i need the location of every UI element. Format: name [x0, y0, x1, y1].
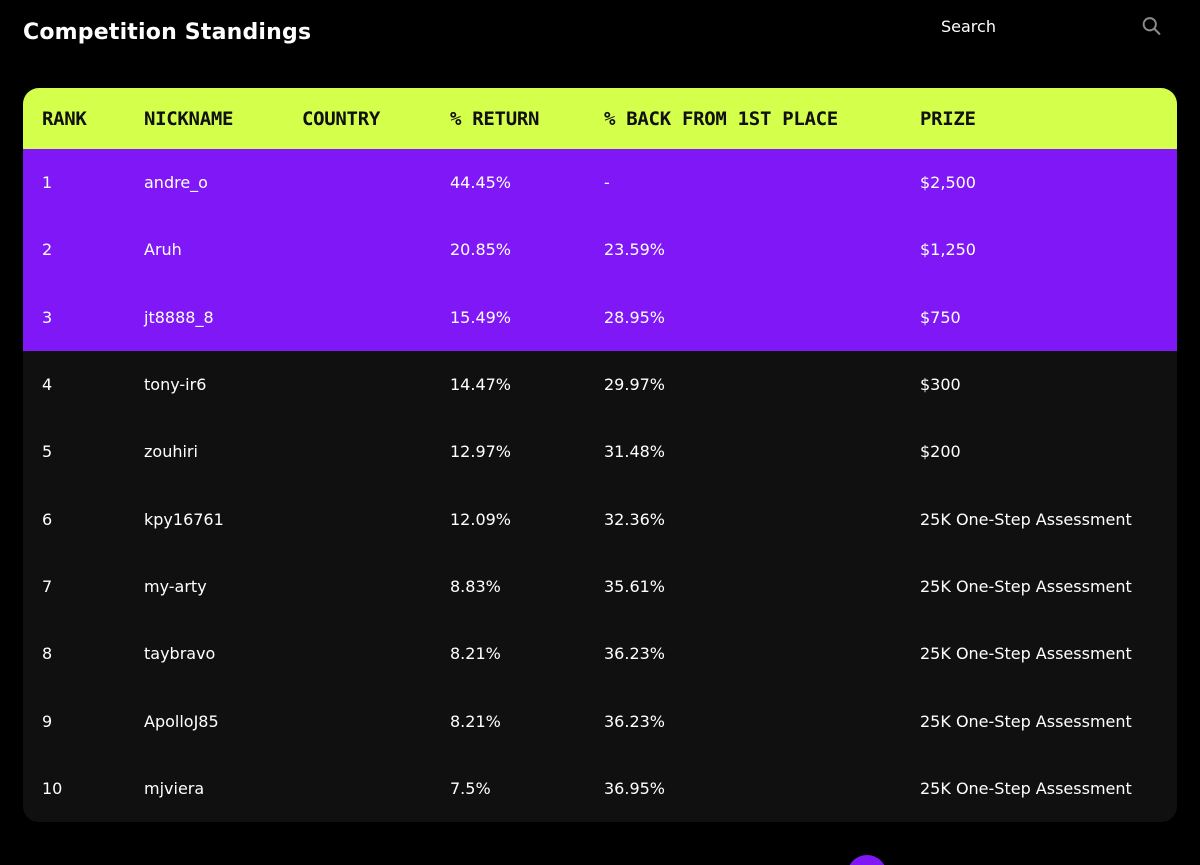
cell-nickname: taybravo [144, 644, 216, 664]
table-body: 1 andre_o 44.45% - $2,500 2 Aruh 20.85% 23.59% $1… [23, 149, 1177, 822]
column-header-nickname[interactable]: NICKNAME [144, 108, 302, 130]
cell-nickname: ApolloJ85 [144, 711, 219, 731]
cell-return: 7.5% [450, 778, 491, 798]
cell-rank: 6 [42, 509, 53, 529]
cell-return: 14.47% [450, 375, 512, 395]
cell-rank: 5 [42, 442, 53, 462]
cell-return: 20.85% [450, 240, 512, 260]
cell-nickname: mjviera [144, 778, 205, 798]
cell-prize: 25K One-Step Assessment [920, 509, 1132, 529]
cell-back-from-first: 29.97% [604, 375, 666, 395]
page-title: Competition Standings [23, 20, 312, 45]
cell-nickname: jt8888_8 [144, 307, 214, 327]
cell-back-from-first: 32.36% [604, 509, 666, 529]
cell-rank: 10 [42, 778, 63, 798]
cell-back-from-first: 36.95% [604, 778, 666, 798]
column-header-country[interactable]: COUNTRY [302, 108, 450, 130]
cell-back-from-first: 31.48% [604, 442, 666, 462]
cell-prize: 25K One-Step Assessment [920, 711, 1132, 731]
cell-return: 8.21% [450, 711, 501, 731]
cell-prize: 25K One-Step Assessment [920, 576, 1132, 596]
cell-nickname: my-arty [144, 576, 207, 596]
table-row[interactable]: 9 ApolloJ85 8.21% 36.23% 25K One-Step Assess… [23, 687, 1177, 755]
cell-rank: 2 [42, 240, 53, 260]
table-row[interactable]: 5 zouhiri 12.97% 31.48% $200 [23, 418, 1177, 486]
column-header-return[interactable]: % RETURN [450, 108, 604, 130]
table-row[interactable]: 10 mjviera 7.5% 36.95% 25K One-Step Assessme… [23, 754, 1177, 822]
table-row[interactable]: 4 tony-ir6 14.47% 29.97% $300 [23, 350, 1177, 419]
cell-nickname: kpy16761 [144, 509, 224, 529]
cell-rank: 7 [42, 576, 53, 596]
cell-rank: 8 [42, 644, 53, 664]
cell-rank: 9 [42, 711, 53, 731]
column-header-prize[interactable]: PRIZE [920, 108, 1177, 130]
table-row[interactable]: 8 taybravo 8.21% 36.23% 25K One-Step Assessm… [23, 620, 1177, 688]
standings-table: RANK NICKNAME COUNTRY % RETURN % BACK FR… [23, 88, 1177, 822]
cell-return: 12.97% [450, 442, 512, 462]
cell-back-from-first: 36.23% [604, 711, 666, 731]
cell-rank: 4 [42, 375, 53, 395]
table-row[interactable]: 3 jt8888_8 15.49% 28.95% $750 [23, 283, 1177, 351]
cell-return: 44.45% [450, 173, 512, 193]
cell-nickname: andre_o [144, 173, 208, 193]
cell-prize: 25K One-Step Assessment [920, 644, 1132, 664]
cell-return: 15.49% [450, 307, 512, 327]
column-header-back-from-first[interactable]: % BACK FROM 1ST PLACE [604, 108, 920, 130]
cell-rank: 1 [42, 173, 53, 193]
cell-prize: $200 [920, 442, 961, 462]
cell-prize: $750 [920, 307, 961, 327]
cell-nickname: Aruh [144, 240, 182, 260]
table-row[interactable]: 2 Aruh 20.85% 23.59% $1,250 [23, 216, 1177, 284]
table-header: RANK NICKNAME COUNTRY % RETURN % BACK FR… [23, 88, 1177, 149]
cell-back-from-first: 36.23% [604, 644, 666, 664]
column-header-rank[interactable]: RANK [23, 108, 144, 130]
cell-return: 8.21% [450, 644, 501, 664]
cell-prize: $2,500 [920, 173, 976, 193]
cell-back-from-first: 23.59% [604, 240, 666, 260]
cell-rank: 3 [42, 307, 53, 327]
cell-back-from-first: - [604, 173, 610, 193]
cell-back-from-first: 28.95% [604, 307, 666, 327]
search-bar [930, 10, 1170, 42]
cell-return: 12.09% [450, 509, 512, 529]
page: Competition Standings RANK NICKNAME COUN… [0, 0, 1200, 865]
pagination-button[interactable] [847, 855, 887, 865]
search-icon[interactable] [1141, 14, 1162, 38]
cell-nickname: tony-ir6 [144, 375, 207, 395]
search-input[interactable] [930, 10, 1141, 42]
cell-prize: $300 [920, 375, 961, 395]
table-row[interactable]: 6 kpy16761 12.09% 32.36% 25K One-Step Assess… [23, 485, 1177, 553]
table-row[interactable]: 1 andre_o 44.45% - $2,500 [23, 149, 1177, 217]
cell-prize: 25K One-Step Assessment [920, 778, 1132, 798]
cell-nickname: zouhiri [144, 442, 198, 462]
table-row[interactable]: 7 my-arty 8.83% 35.61% 25K One-Step Assessme… [23, 552, 1177, 621]
cell-prize: $1,250 [920, 240, 976, 260]
cell-return: 8.83% [450, 576, 501, 596]
cell-back-from-first: 35.61% [604, 576, 666, 596]
